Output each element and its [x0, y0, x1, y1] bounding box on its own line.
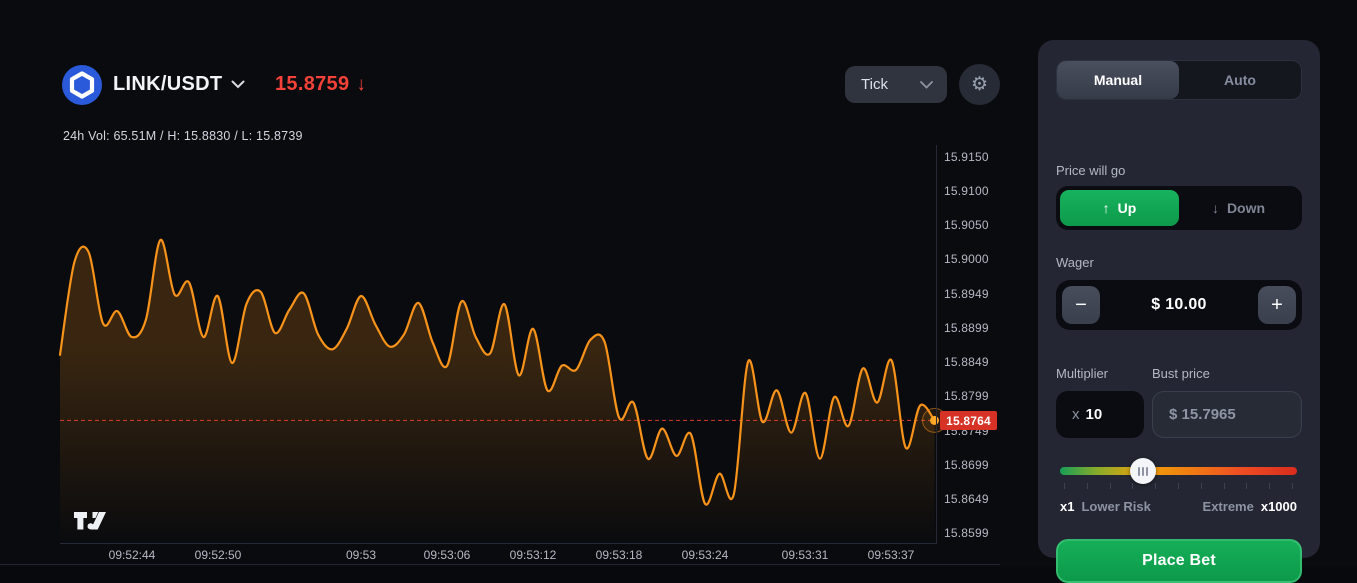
- app-root: 15.9150 15.9100 15.9050 15.9000 15.8949 15.88…: [0, 0, 1357, 583]
- risk-slider-track[interactable]: [1060, 467, 1297, 475]
- bust-price-value: $ 15.7965: [1169, 406, 1236, 423]
- down-button[interactable]: ↓ Down: [1179, 190, 1298, 226]
- slider-tick-mark: [1178, 483, 1179, 489]
- wager-increase-button[interactable]: +: [1257, 286, 1296, 324]
- slider-tick-mark: [1269, 483, 1270, 489]
- chevron-down-icon: [920, 80, 933, 89]
- price-axis-tick: 15.9100: [944, 184, 989, 198]
- slider-tick-mark: [1292, 483, 1293, 489]
- price-axis-tick: 15.8799: [944, 389, 989, 403]
- interval-dropdown[interactable]: Tick: [845, 66, 947, 103]
- wager-input[interactable]: − $ 10.00 +: [1056, 280, 1302, 330]
- time-axis-tick: 09:53: [345, 548, 377, 562]
- time-axis-tick: 09:53:12: [509, 548, 557, 562]
- price-axis-tick: 15.8649: [944, 492, 989, 506]
- settings-button[interactable]: ⚙: [959, 64, 1000, 105]
- price-axis-tick: 15.8949: [944, 287, 989, 301]
- arrow-up-icon: ↑: [1102, 200, 1110, 216]
- slider-tick-mark: [1155, 483, 1156, 489]
- tab-auto[interactable]: Auto: [1179, 61, 1301, 99]
- price-axis-tick: 15.8849: [944, 355, 989, 369]
- bust-price-field: $ 15.7965: [1152, 391, 1302, 438]
- multiplier-value: 10: [1085, 406, 1103, 423]
- time-axis-line: [60, 543, 937, 544]
- slider-tick-mark: [1201, 483, 1202, 489]
- chevron-down-icon: [231, 80, 245, 89]
- pair-name: LINK/USDT: [113, 73, 223, 95]
- last-price: 15.8759 ↓: [275, 73, 367, 95]
- price-axis-tick: 15.9000: [944, 252, 989, 266]
- price-axis-tick: 15.8899: [944, 321, 989, 335]
- price-axis-line: [936, 145, 937, 544]
- multiplier-input[interactable]: x 10: [1056, 391, 1144, 438]
- tradingview-logo[interactable]: [74, 511, 107, 533]
- lower-risk-label: Lower Risk: [1081, 499, 1151, 514]
- gear-icon: ⚙: [970, 74, 989, 95]
- slider-tick-mark: [1087, 483, 1088, 489]
- risk-slider-thumb[interactable]: [1130, 458, 1156, 484]
- risk-labels: x1 Lower Risk Extreme x1000: [1060, 499, 1297, 514]
- direction-toggle: ↑ Up ↓ Down: [1056, 186, 1302, 230]
- tab-manual[interactable]: Manual: [1057, 61, 1179, 99]
- time-axis-tick: 09:52:50: [194, 548, 242, 562]
- min-multiplier: x1: [1060, 499, 1075, 514]
- slider-tick-mark: [1246, 483, 1247, 489]
- price-axis-tick: 15.9050: [944, 218, 989, 232]
- slider-tick-mark: [1224, 483, 1225, 489]
- pair-selector[interactable]: LINK/USDT: [62, 64, 245, 105]
- wager-decrease-button[interactable]: −: [1062, 286, 1100, 324]
- chart-bottom-border: [0, 564, 1000, 565]
- slider-tick-mark: [1064, 483, 1065, 489]
- minus-icon: −: [1075, 293, 1087, 316]
- up-button[interactable]: ↑ Up: [1060, 190, 1179, 226]
- time-axis-tick: 09:53:31: [781, 548, 829, 562]
- current-price-badge: 15.8764: [940, 411, 997, 430]
- bust-price-label: Bust price: [1152, 366, 1210, 381]
- direction-label: Price will go: [1056, 163, 1126, 178]
- price-down-arrow-icon: ↓: [356, 73, 367, 95]
- last-price-dot: [930, 415, 939, 425]
- wager-label: Wager: [1056, 255, 1094, 270]
- time-axis-tick: 09:53:06: [423, 548, 471, 562]
- multiplier-label: Multiplier: [1056, 366, 1109, 381]
- arrow-down-icon: ↓: [1211, 200, 1219, 216]
- time-axis-tick: 09:53:18: [595, 548, 643, 562]
- time-axis-tick: 09:52:44: [108, 548, 156, 562]
- slider-tick-mark: [1110, 483, 1111, 489]
- price-axis-tick: 15.8599: [944, 526, 989, 540]
- bet-panel: Manual Auto Price will go ↑ Up ↓ Down Wa…: [1038, 40, 1320, 583]
- price-axis-tick: 15.9150: [944, 150, 989, 164]
- time-axis-tick: 09:53:37: [867, 548, 915, 562]
- plus-icon: +: [1271, 293, 1283, 316]
- wager-value[interactable]: $ 10.00: [1151, 296, 1206, 314]
- chainlink-logo-icon: [62, 64, 102, 105]
- extreme-label: Extreme: [1202, 499, 1254, 514]
- mode-tabs: Manual Auto: [1056, 60, 1302, 100]
- time-axis-tick: 09:53:24: [681, 548, 729, 562]
- max-multiplier: x1000: [1260, 499, 1297, 514]
- interval-value: Tick: [861, 76, 888, 93]
- market-stats: 24h Vol: 65.51M / H: 15.8830 / L: 15.873…: [63, 129, 303, 143]
- slider-tick-mark: [1132, 483, 1133, 489]
- place-bet-button[interactable]: Place Bet: [1056, 539, 1302, 583]
- price-axis-tick: 15.8699: [944, 458, 989, 472]
